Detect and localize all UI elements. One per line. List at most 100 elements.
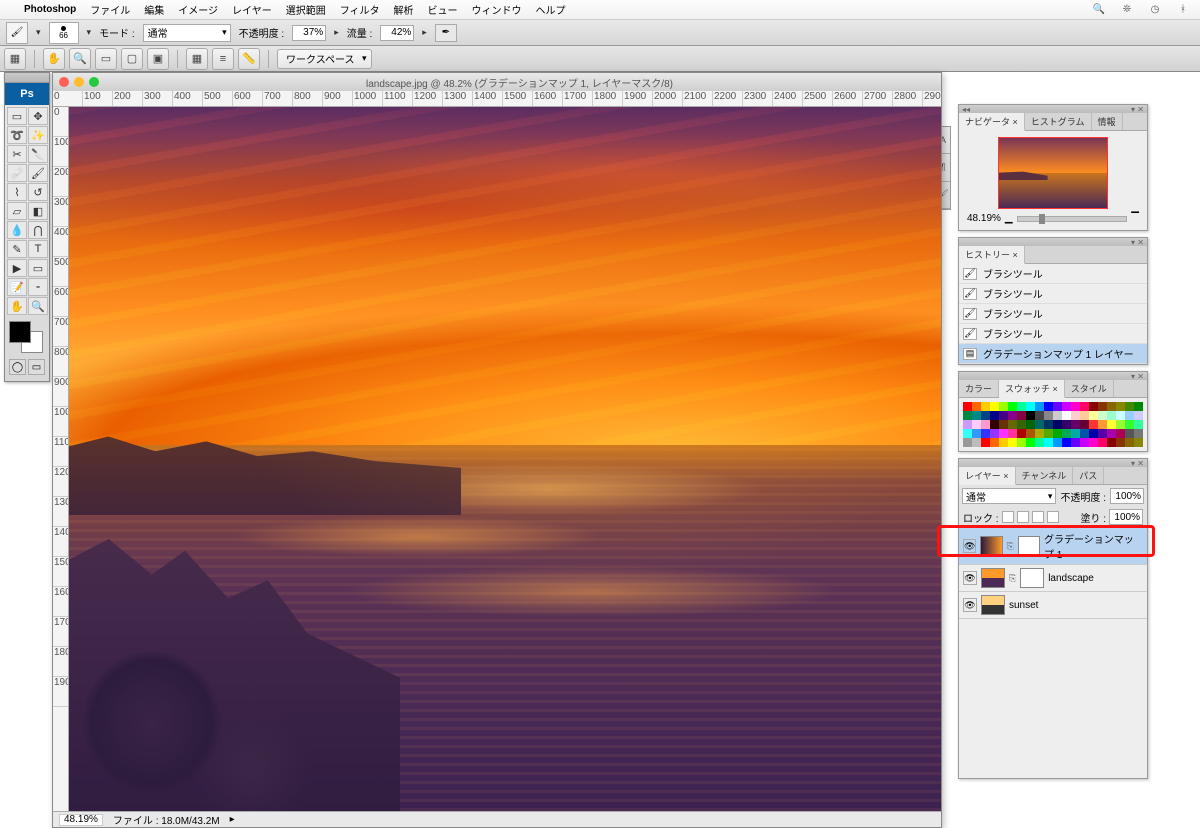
swatch[interactable] <box>981 438 990 447</box>
tab-styles[interactable]: スタイル <box>1065 380 1114 397</box>
swatch[interactable] <box>1053 411 1062 420</box>
zoom-in-icon[interactable]: ▔ <box>1131 213 1139 224</box>
menu-filter[interactable]: フィルタ <box>340 2 380 17</box>
history-item[interactable]: 🖌ブラシツール <box>959 324 1147 344</box>
swatch[interactable] <box>1125 411 1134 420</box>
swatch[interactable] <box>1044 420 1053 429</box>
tab-info[interactable]: 情報 <box>1092 113 1123 130</box>
tab-paths[interactable]: パス <box>1073 467 1104 484</box>
menu-help[interactable]: ヘルプ <box>536 2 566 17</box>
visibility-icon[interactable]: 👁 <box>963 571 977 585</box>
lock-position-icon[interactable] <box>1032 511 1044 523</box>
clock-icon[interactable]: ◷ <box>1148 3 1162 17</box>
lock-all-icon[interactable] <box>1047 511 1059 523</box>
navigator-thumbnail[interactable] <box>998 137 1108 209</box>
swatch[interactable] <box>972 411 981 420</box>
menu-image[interactable]: イメージ <box>178 2 218 17</box>
mask-thumb-icon[interactable] <box>1020 568 1044 588</box>
swatch[interactable] <box>1134 411 1143 420</box>
bridge-icon[interactable]: ▦ <box>4 48 26 70</box>
panel-menu-icon[interactable]: ▾ ✕ <box>1131 238 1144 247</box>
tab-history[interactable]: ヒストリー × <box>959 246 1025 264</box>
swatch[interactable] <box>1017 438 1026 447</box>
menu-layer[interactable]: レイヤー <box>232 2 272 17</box>
menu-analysis[interactable]: 解析 <box>394 2 414 17</box>
swatch[interactable] <box>1116 420 1125 429</box>
swatch[interactable] <box>1116 429 1125 438</box>
swatch[interactable] <box>1008 429 1017 438</box>
minimize-icon[interactable] <box>74 77 84 87</box>
swatch[interactable] <box>1008 438 1017 447</box>
tool-preset-chev-icon[interactable]: ▾ <box>36 27 41 38</box>
swatch[interactable] <box>1107 411 1116 420</box>
crop-tool-icon[interactable]: ✂ <box>7 145 27 163</box>
status-zoom[interactable]: 48.19% <box>59 814 103 826</box>
swatch[interactable] <box>972 438 981 447</box>
swatch[interactable] <box>1098 420 1107 429</box>
brush-tool-icon[interactable]: 🖌 <box>28 164 48 182</box>
swatch[interactable] <box>1062 429 1071 438</box>
history-brush-tool-icon[interactable]: ↺ <box>28 183 48 201</box>
toolbox-grip[interactable] <box>5 73 49 83</box>
swatch[interactable] <box>990 429 999 438</box>
vertical-ruler[interactable]: 0100200300400500600700800900100011001200… <box>53 107 69 811</box>
swatch[interactable] <box>1080 402 1089 411</box>
fullscreen-icon[interactable]: ▭ <box>95 48 117 70</box>
layer-thumb-icon[interactable] <box>981 568 1005 588</box>
layer-blend-mode-select[interactable]: 通常 <box>962 488 1056 504</box>
swatch[interactable] <box>1134 429 1143 438</box>
swatch[interactable] <box>1053 429 1062 438</box>
panel-menu-icon[interactable]: ▾ ✕ <box>1131 459 1144 468</box>
swatch[interactable] <box>963 402 972 411</box>
swatch[interactable] <box>1026 429 1035 438</box>
guides-icon[interactable]: ≡ <box>212 48 234 70</box>
swatch[interactable] <box>1044 438 1053 447</box>
opacity-input[interactable]: 37% <box>292 25 326 41</box>
fit-screen-icon[interactable]: ▣ <box>147 48 169 70</box>
swatch[interactable] <box>1116 402 1125 411</box>
swatch[interactable] <box>1017 411 1026 420</box>
bluetooth-icon[interactable]: ᚼ <box>1176 3 1190 17</box>
layer-name[interactable]: sunset <box>1009 600 1038 611</box>
swatch[interactable] <box>1044 411 1053 420</box>
layer-name[interactable]: landscape <box>1048 573 1094 584</box>
quick-mask-icon[interactable]: ▭ <box>28 359 45 375</box>
history-item[interactable]: 🖌ブラシツール <box>959 304 1147 324</box>
actual-pixels-icon[interactable]: ▢ <box>121 48 143 70</box>
marquee-tool-icon[interactable]: ▭ <box>7 107 27 125</box>
swatch[interactable] <box>1026 402 1035 411</box>
swatch[interactable] <box>1098 429 1107 438</box>
app-name[interactable]: Photoshop <box>24 4 76 15</box>
menu-edit[interactable]: 編集 <box>144 2 164 17</box>
swatch[interactable] <box>981 420 990 429</box>
swatch[interactable] <box>1125 402 1134 411</box>
swatch[interactable] <box>1053 420 1062 429</box>
swatch[interactable] <box>999 420 1008 429</box>
swatch[interactable] <box>999 411 1008 420</box>
eyedropper-tool-icon[interactable]: ⁃ <box>28 278 48 296</box>
lasso-tool-icon[interactable]: ➰ <box>7 126 27 144</box>
workspace-select[interactable]: ワークスペース <box>277 49 372 69</box>
swatch[interactable] <box>1125 429 1134 438</box>
brush-preset[interactable]: 66 <box>49 22 79 44</box>
zoom-icon[interactable]: 🔍 <box>69 48 91 70</box>
swatch[interactable] <box>972 420 981 429</box>
swatch[interactable] <box>990 438 999 447</box>
swatch[interactable] <box>1035 429 1044 438</box>
opacity-chev-icon[interactable]: ▸ <box>334 27 339 38</box>
menu-view[interactable]: ビュー <box>428 2 458 17</box>
swatch[interactable] <box>963 429 972 438</box>
history-item[interactable]: 🖌ブラシツール <box>959 284 1147 304</box>
swatch[interactable] <box>1107 420 1116 429</box>
swatch[interactable] <box>1035 420 1044 429</box>
swatch[interactable] <box>1116 438 1125 447</box>
swatch[interactable] <box>972 402 981 411</box>
tab-navigator[interactable]: ナビゲータ × <box>959 113 1025 131</box>
swatch[interactable] <box>981 402 990 411</box>
panel-menu-icon[interactable]: ▾ ✕ <box>1131 105 1144 114</box>
swatch[interactable] <box>1008 411 1017 420</box>
swatch[interactable] <box>981 411 990 420</box>
swatch[interactable] <box>1062 420 1071 429</box>
document-titlebar[interactable]: landscape.jpg @ 48.2% (グラデーションマップ 1, レイヤ… <box>53 73 941 91</box>
swatch[interactable] <box>1053 402 1062 411</box>
